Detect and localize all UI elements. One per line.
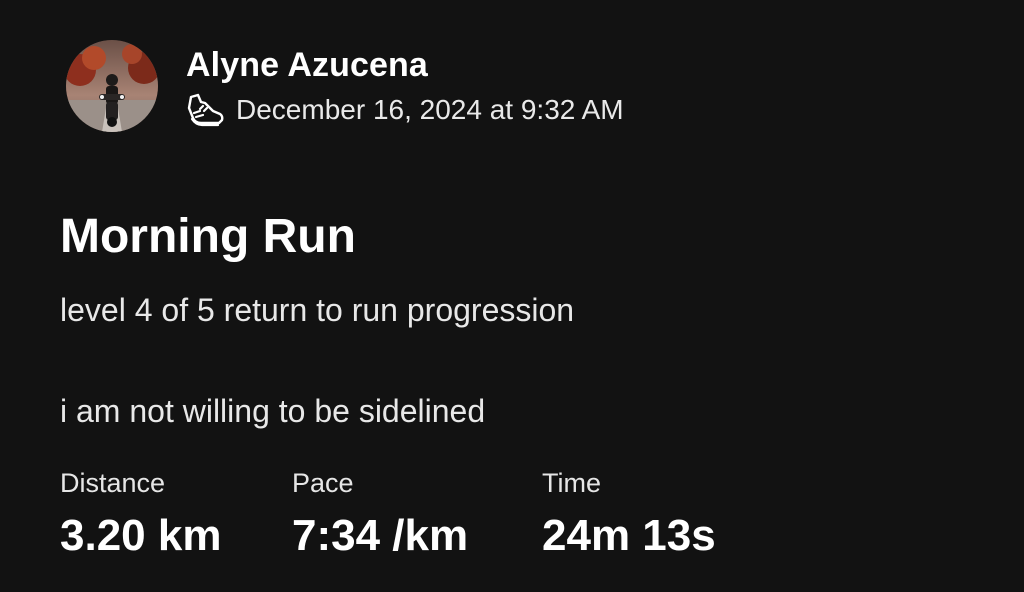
stat-label: Time — [542, 468, 601, 498]
avatar[interactable] — [66, 40, 158, 132]
activity-subline: December 16, 2024 at 9:32 AM — [186, 93, 624, 127]
stat-value: 7:34 /km — [292, 511, 469, 560]
athlete-name[interactable]: Alyne Azucena — [186, 45, 624, 85]
activity-stats: Distance 3.20 km Pace 7:34 /km Time 24m … — [60, 466, 792, 560]
stat-value: 3.20 km — [60, 511, 222, 560]
athlete-meta: Alyne Azucena December 16, 2024 at 9:32 … — [186, 45, 624, 127]
activity-card: Alyne Azucena December 16, 2024 at 9:32 … — [0, 0, 1024, 592]
activity-timestamp: December 16, 2024 at 9:32 AM — [236, 94, 624, 125]
activity-title[interactable]: Morning Run — [60, 208, 356, 266]
avatar-photo — [66, 40, 158, 132]
activity-description-line: level 4 of 5 return to run progression — [60, 292, 575, 328]
stat-time: Time 24m 13s — [542, 466, 792, 560]
stat-distance: Distance 3.20 km — [60, 466, 292, 560]
stat-label: Pace — [292, 468, 354, 498]
running-shoe-icon — [186, 93, 224, 127]
stat-value: 24m 13s — [542, 511, 716, 560]
stat-label: Distance — [60, 468, 166, 498]
stat-pace: Pace 7:34 /km — [292, 466, 542, 560]
activity-header: Alyne Azucena December 16, 2024 at 9:32 … — [66, 40, 624, 132]
activity-description-line: i am not willing to be sidelined — [60, 393, 486, 429]
